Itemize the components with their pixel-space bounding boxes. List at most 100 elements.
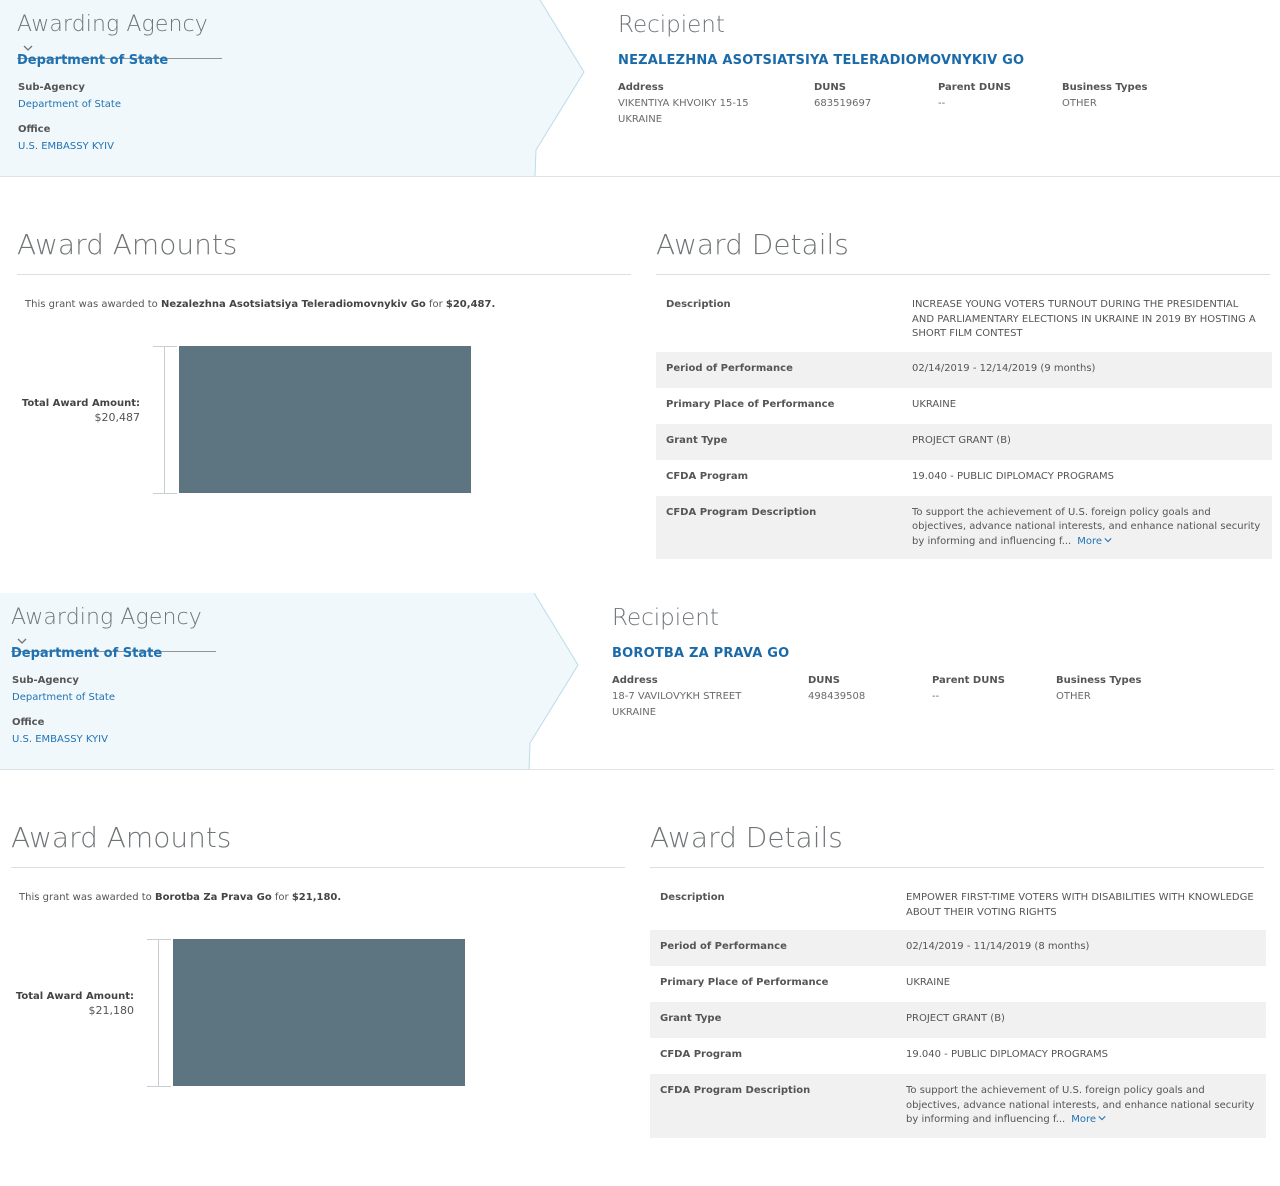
parent-duns-value: -- [932, 691, 940, 702]
more-link[interactable]: More [1071, 1114, 1106, 1125]
award-header-band: Awarding Agency Department of State Sub-… [0, 0, 1280, 177]
sub-agency-link[interactable]: Department of State [12, 692, 115, 703]
detail-row: CFDA Program 19.040 - PUBLIC DIPLOMACY PR… [650, 1038, 1266, 1074]
detail-key: CFDA Program [666, 470, 749, 482]
detail-row: Description EMPOWER FIRST-TIME VOTERS WIT… [650, 881, 1266, 930]
detail-key: Period of Performance [660, 941, 787, 952]
detail-value-text: INCREASE YOUNG VOTERS TURNOUT DURING THE… [912, 299, 1256, 339]
detail-row: Grant Type PROJECT GRANT (B) [650, 1002, 1266, 1038]
detail-value-text: PROJECT GRANT (B) [912, 434, 1011, 446]
recipient-parent-duns: Parent DUNS -- [938, 80, 1011, 112]
bar-axis-top-tick [147, 939, 171, 940]
detail-value: 02/14/2019 - 11/14/2019 (8 months) [896, 930, 1266, 966]
recipient-address: Address VIKENTIYA KHVOIKY 15-15 UKRAINE [618, 80, 749, 128]
detail-value-text: 02/14/2019 - 12/14/2019 (9 months) [912, 362, 1096, 374]
detail-value: To support the achievement of U.S. forei… [896, 1074, 1266, 1138]
total-award-bar[interactable] [179, 346, 471, 493]
detail-row: Description INCREASE YOUNG VOTERS TURNOUT… [656, 288, 1272, 352]
summary-recipient: Borotba Za Prava Go [154, 892, 272, 903]
detail-key: Grant Type [660, 1013, 722, 1024]
detail-value-text: 02/14/2019 - 11/14/2019 (8 months) [906, 941, 1090, 952]
awarding-agency-dropdown[interactable]: Awarding Agency [17, 12, 222, 59]
recipient-business-types: Business Types OTHER [1056, 673, 1141, 705]
parent-duns-label: Parent DUNS [932, 675, 1005, 686]
detail-value-text: PROJECT GRANT (B) [906, 1013, 1005, 1024]
parent-duns-value: -- [938, 98, 946, 109]
total-award-amount-label: Total Award Amount: [15, 991, 134, 1002]
detail-value: EMPOWER FIRST-TIME VOTERS WITH DISABILIT… [896, 881, 1266, 930]
summary-amount: $21,180. [291, 892, 342, 903]
detail-value-text: UKRAINE [906, 977, 951, 988]
award-details-divider [656, 274, 1270, 275]
award-details-divider [650, 867, 1264, 868]
award-details-title: Award Details [656, 228, 849, 261]
awarding-agency-dropdown[interactable]: Awarding Agency [11, 605, 216, 652]
address-line-1: VIKENTIYA KHVOIKY 15-15 [618, 98, 749, 109]
summary-mid: for [425, 299, 446, 310]
recipient-duns: DUNS 683519697 [814, 80, 871, 112]
duns-label: DUNS [808, 675, 840, 686]
recipient-address: Address 18-7 VAVILOVYKH STREET UKRAINE [612, 673, 741, 721]
detail-row: CFDA Program Description To support the a… [656, 495, 1272, 559]
office-link[interactable]: U.S. EMBASSY KYIV [12, 734, 108, 745]
recipient-parent-duns: Parent DUNS -- [932, 673, 1005, 705]
award-amounts-title: Award Amounts [11, 821, 232, 854]
total-award-amount-value: $21,180 [88, 1004, 135, 1017]
total-award-bar[interactable] [173, 939, 465, 1086]
awarding-agency-title: Awarding Agency [17, 12, 208, 37]
award-header-band: Awarding Agency Department of State Sub-… [0, 593, 1274, 770]
detail-key: Primary Place of Performance [660, 977, 829, 988]
recipient-duns: DUNS 498439508 [808, 673, 865, 705]
recipient-name-link[interactable]: NEZALEZHNA ASOTSIATSIYA TELERADIOMOVNYKI… [618, 53, 1024, 68]
award-details-title: Award Details [650, 821, 843, 854]
detail-key: Description [666, 299, 731, 310]
business-types-label: Business Types [1056, 675, 1142, 686]
agency-name-link[interactable]: Department of State [11, 646, 162, 661]
sub-agency-label: Sub-Agency [12, 675, 79, 686]
address-label: Address [612, 675, 658, 686]
award-panel-2: Awarding Agency Department of State Sub-… [0, 593, 1274, 1186]
duns-value: 683519697 [814, 98, 872, 109]
detail-value: 02/14/2019 - 12/14/2019 (9 months) [902, 352, 1272, 388]
duns-value: 498439508 [808, 691, 866, 702]
detail-row: Period of Performance 02/14/2019 - 11/14/… [650, 930, 1266, 966]
total-award-label: Total Award Amount: $20,487 [20, 397, 140, 425]
awarding-agency-title: Awarding Agency [11, 605, 202, 630]
detail-row: Primary Place of Performance UKRAINE [656, 388, 1272, 424]
more-link-label: More [1077, 535, 1103, 547]
detail-key: Grant Type [666, 434, 728, 446]
office-link[interactable]: U.S. EMBASSY KYIV [18, 141, 114, 152]
business-types-value: OTHER [1056, 691, 1091, 702]
detail-value-text: UKRAINE [912, 398, 957, 410]
detail-value: UKRAINE [896, 966, 1266, 1002]
bar-axis-top-tick [153, 346, 177, 347]
bar-axis-line [164, 346, 165, 493]
detail-row: Primary Place of Performance UKRAINE [650, 966, 1266, 1002]
detail-value-text: EMPOWER FIRST-TIME VOTERS WITH DISABILIT… [906, 892, 1254, 918]
award-summary-sentence: This grant was awarded to Nezalezhna Aso… [25, 299, 495, 310]
address-line-2: UKRAINE [612, 707, 657, 718]
detail-value: PROJECT GRANT (B) [896, 1002, 1266, 1038]
detail-key: CFDA Program [660, 1049, 743, 1060]
bar-axis-line [158, 939, 159, 1086]
total-award-amount-label: Total Award Amount: [21, 398, 140, 409]
award-amounts-divider [11, 867, 625, 868]
more-link[interactable]: More [1077, 536, 1112, 547]
detail-value: 19.040 - PUBLIC DIPLOMACY PROGRAMS [896, 1038, 1266, 1074]
recipient-title: Recipient [618, 12, 725, 38]
award-details-rows: Description INCREASE YOUNG VOTERS TURNOUT… [656, 288, 1272, 559]
award-amounts-divider [17, 274, 631, 275]
recipient-business-types: Business Types OTHER [1062, 80, 1147, 112]
sub-agency-link[interactable]: Department of State [18, 99, 121, 110]
office-label: Office [18, 124, 51, 135]
recipient-name-link[interactable]: BOROTBA ZA PRAVA GO [612, 646, 789, 661]
chevron-down-icon [1098, 1116, 1106, 1121]
more-link-label: More [1071, 1114, 1097, 1125]
award-summary-sentence: This grant was awarded to Borotba Za Pra… [19, 892, 341, 903]
summary-prefix: This grant was awarded to [25, 299, 161, 310]
detail-key: CFDA Program Description [666, 506, 817, 518]
office-label: Office [12, 717, 45, 728]
agency-name-link[interactable]: Department of State [17, 53, 168, 68]
detail-row: CFDA Program 19.040 - PUBLIC DIPLOMACY PR… [656, 460, 1272, 496]
address-line-2: UKRAINE [618, 114, 663, 125]
